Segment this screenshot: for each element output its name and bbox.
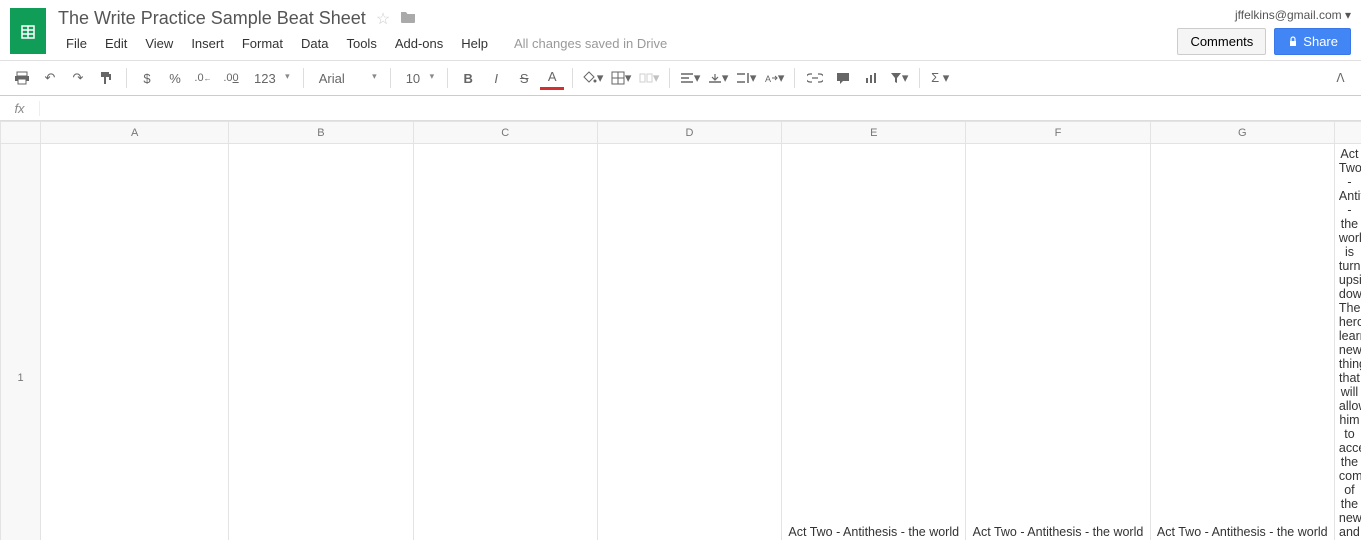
menu-addons[interactable]: Add-ons bbox=[387, 33, 451, 54]
col-header-D[interactable]: D bbox=[597, 122, 781, 144]
menu-bar: File Edit View Insert Format Data Tools … bbox=[58, 33, 1177, 54]
menu-help[interactable]: Help bbox=[453, 33, 496, 54]
col-header-F[interactable]: F bbox=[966, 122, 1150, 144]
row-header[interactable]: 1 bbox=[1, 144, 41, 540]
fx-label: fx bbox=[0, 101, 40, 116]
merge-cells-icon[interactable]: ▾ bbox=[637, 66, 661, 90]
menu-edit[interactable]: Edit bbox=[97, 33, 135, 54]
cell[interactable]: Act Two - Antithesis - the world is turn… bbox=[1150, 144, 1334, 540]
comments-button[interactable]: Comments bbox=[1177, 28, 1266, 55]
font-family-select[interactable]: Arial bbox=[312, 68, 382, 89]
text-rotation-icon[interactable]: A▾ bbox=[762, 66, 786, 90]
toolbar-more-icon[interactable]: ᐱ bbox=[1327, 66, 1351, 90]
undo-icon[interactable]: ↶ bbox=[38, 66, 62, 90]
strikethrough-icon[interactable]: S bbox=[512, 66, 536, 90]
menu-data[interactable]: Data bbox=[293, 33, 336, 54]
borders-icon[interactable]: ▾ bbox=[609, 66, 633, 90]
number-format-select[interactable]: 123 bbox=[247, 68, 295, 89]
print-icon[interactable] bbox=[10, 66, 34, 90]
cell[interactable]: Act One - Thesis - the World before the … bbox=[413, 144, 597, 540]
menu-format[interactable]: Format bbox=[234, 33, 291, 54]
functions-icon[interactable]: Σ ▾ bbox=[928, 66, 952, 90]
text-color-icon[interactable]: A bbox=[540, 66, 564, 90]
filter-icon[interactable]: ▾ bbox=[887, 66, 911, 90]
cell[interactable]: Act One - Thesis - the World before the … bbox=[597, 144, 781, 540]
col-header-H[interactable] bbox=[1334, 122, 1361, 144]
cell[interactable]: Act Two - Antithesis - the world is turn… bbox=[1334, 144, 1361, 540]
menu-tools[interactable]: Tools bbox=[338, 33, 384, 54]
cell[interactable]: Act One - Thesis - the World before the … bbox=[229, 144, 413, 540]
document-title[interactable]: The Write Practice Sample Beat Sheet bbox=[58, 8, 366, 29]
menu-insert[interactable]: Insert bbox=[183, 33, 232, 54]
insert-comment-icon[interactable] bbox=[831, 66, 855, 90]
share-button[interactable]: Share bbox=[1274, 28, 1351, 55]
save-status: All changes saved in Drive bbox=[506, 33, 675, 54]
menu-view[interactable]: View bbox=[137, 33, 181, 54]
col-header-A[interactable]: A bbox=[41, 122, 229, 144]
formula-input[interactable] bbox=[40, 96, 1361, 120]
insert-chart-icon[interactable] bbox=[859, 66, 883, 90]
user-email[interactable]: jffelkins@gmail.com ▾ bbox=[1177, 8, 1351, 22]
cell[interactable]: Act Two - Antithesis - the world is turn… bbox=[782, 144, 966, 540]
vertical-align-icon[interactable]: ▾ bbox=[706, 66, 730, 90]
svg-text:A: A bbox=[765, 74, 771, 84]
bold-icon[interactable]: B bbox=[456, 66, 480, 90]
star-icon[interactable]: ☆ bbox=[376, 9, 390, 29]
redo-icon[interactable]: ↷ bbox=[66, 66, 90, 90]
format-percent[interactable]: % bbox=[163, 66, 187, 90]
fill-color-icon[interactable]: ▾ bbox=[581, 66, 605, 90]
col-header-B[interactable]: B bbox=[229, 122, 413, 144]
folder-icon[interactable] bbox=[400, 8, 416, 29]
insert-link-icon[interactable] bbox=[803, 66, 827, 90]
cell[interactable]: Act Two - Antithesis - the world is turn… bbox=[966, 144, 1150, 540]
menu-file[interactable]: File bbox=[58, 33, 95, 54]
decrease-decimal-icon[interactable]: .0← bbox=[191, 66, 215, 90]
horizontal-align-icon[interactable]: ▾ bbox=[678, 66, 702, 90]
col-header-E[interactable]: E bbox=[782, 122, 966, 144]
col-header-G[interactable]: G bbox=[1150, 122, 1334, 144]
format-currency[interactable]: $ bbox=[135, 66, 159, 90]
increase-decimal-icon[interactable]: .00 bbox=[219, 66, 243, 90]
col-header-C[interactable]: C bbox=[413, 122, 597, 144]
spreadsheet-grid[interactable]: A B C D E F G 1Story SectionAct One - Th… bbox=[0, 121, 1361, 540]
title-bar: The Write Practice Sample Beat Sheet ☆ F… bbox=[0, 0, 1361, 60]
text-wrap-icon[interactable]: ▾ bbox=[734, 66, 758, 90]
italic-icon[interactable]: I bbox=[484, 66, 508, 90]
sheets-logo[interactable] bbox=[10, 8, 46, 54]
font-size-select[interactable]: 10 bbox=[399, 68, 439, 89]
select-all-corner[interactable] bbox=[1, 122, 41, 144]
formula-bar: fx bbox=[0, 96, 1361, 121]
toolbar: ↶ ↷ $ % .0← .00 123 Arial 10 B I S A ▾ ▾… bbox=[0, 60, 1361, 96]
cell[interactable]: Story Section bbox=[41, 144, 229, 540]
paint-format-icon[interactable] bbox=[94, 66, 118, 90]
